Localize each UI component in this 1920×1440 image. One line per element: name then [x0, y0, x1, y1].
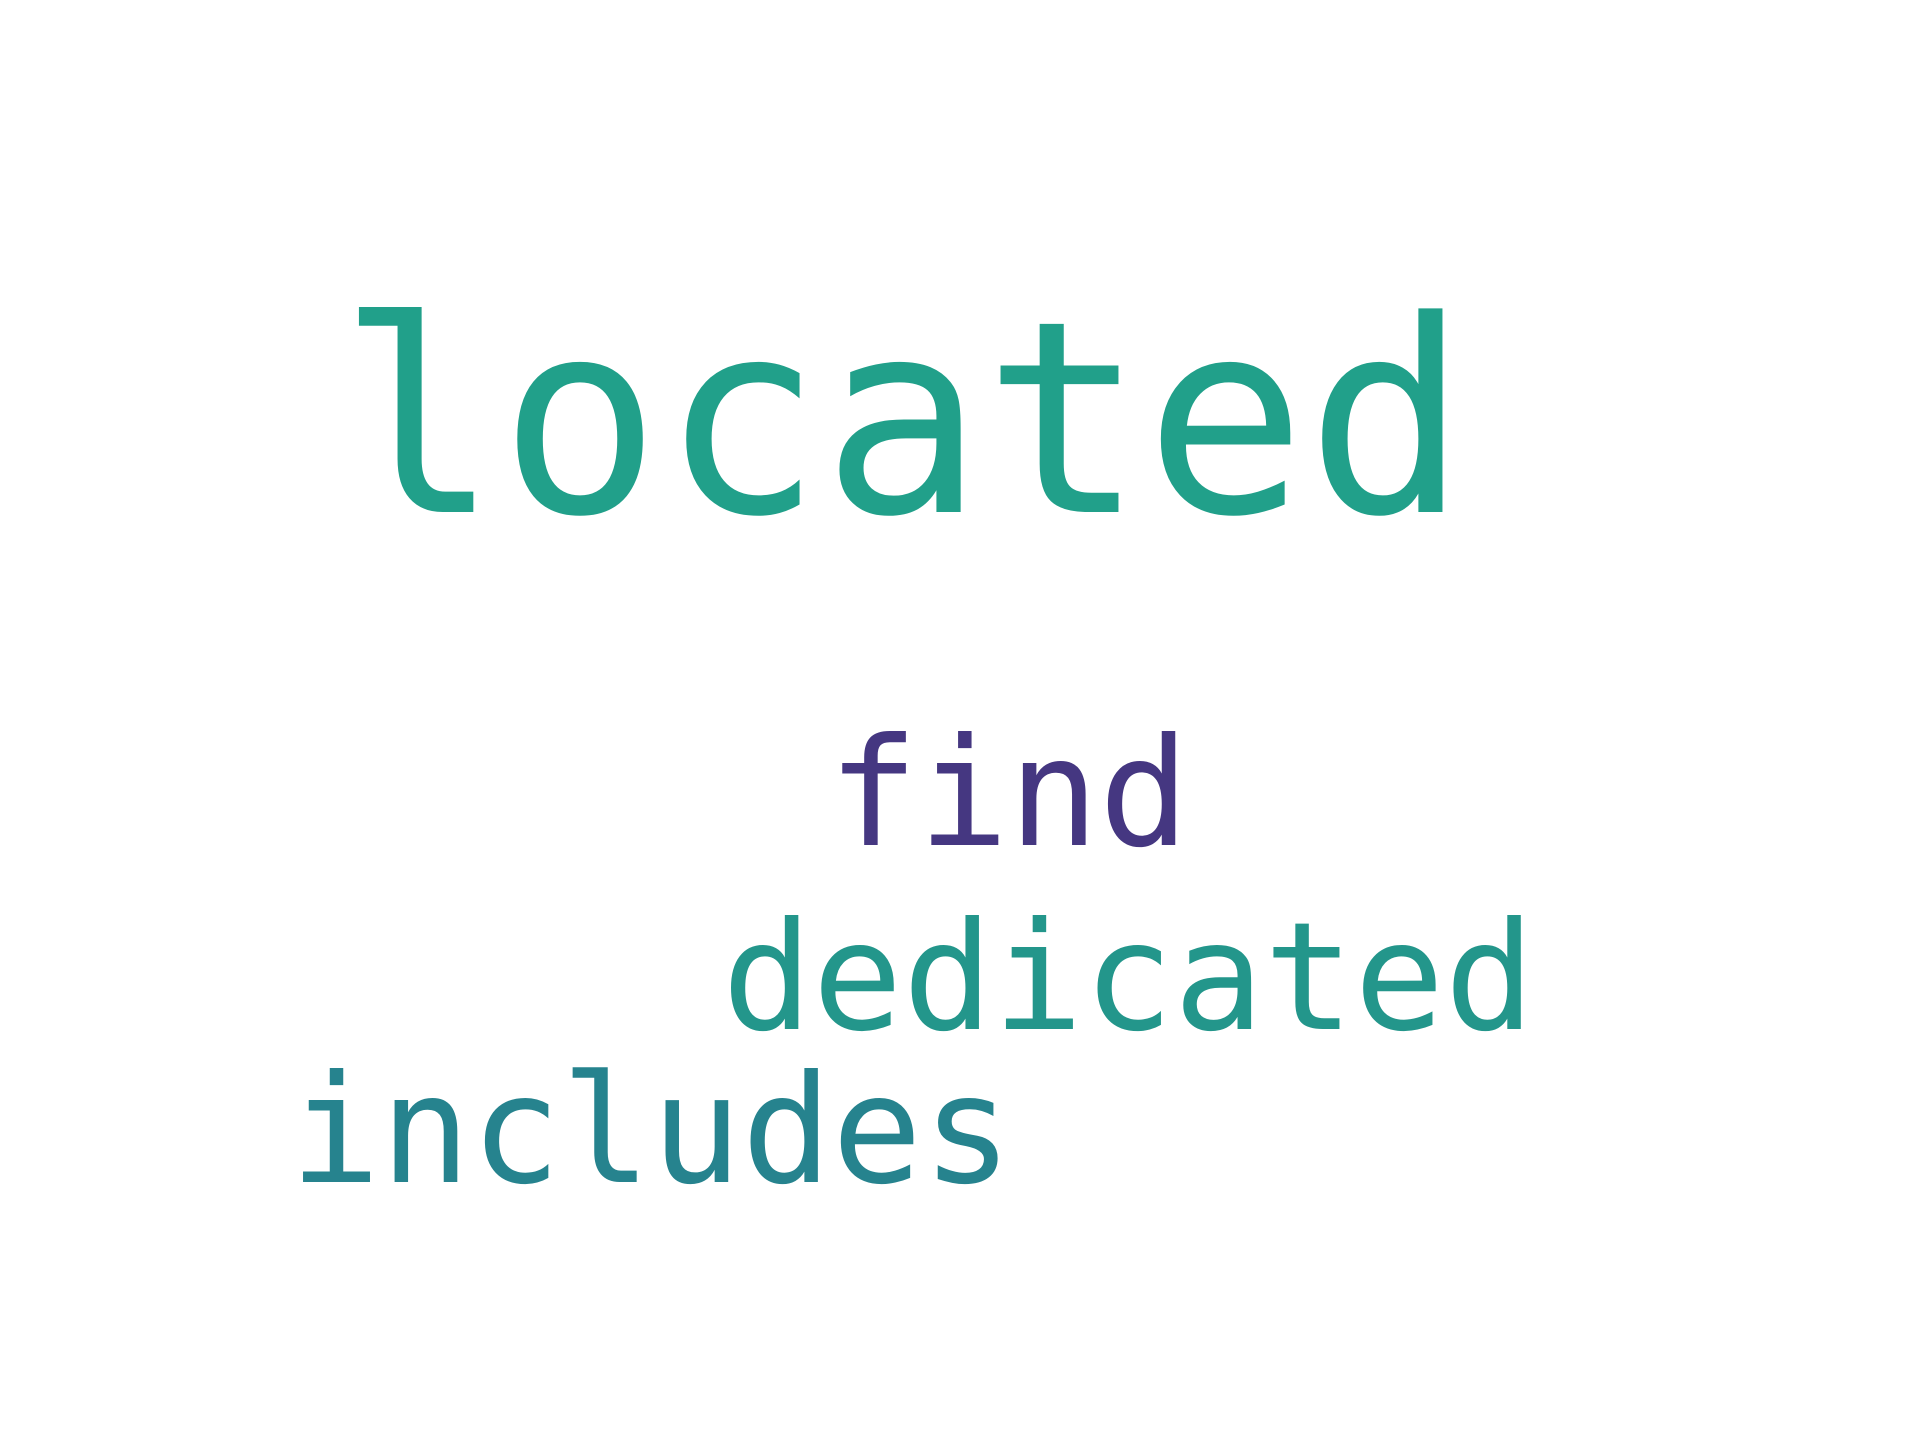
word-find: find [828, 707, 1189, 881]
word-cloud: located find dedicated includes [0, 0, 1920, 1440]
word-located: located [338, 264, 1467, 576]
word-includes: includes [290, 1044, 1012, 1218]
word-dedicated: dedicated [722, 891, 1535, 1065]
